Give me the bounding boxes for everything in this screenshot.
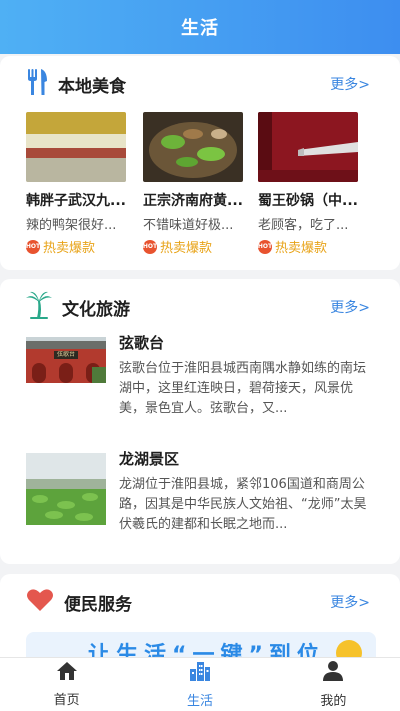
page-title: 生活 (181, 18, 219, 39)
tour-title: 弦歌台 (119, 334, 165, 352)
tab-mine[interactable]: 我的 (267, 658, 400, 711)
hot-badge-icon: HOT (143, 239, 157, 254)
services-more-link[interactable]: 更多> (330, 592, 370, 612)
tourism-card: 文化旅游 更多> 弦歌台 弦歌台 弦歌台位于淮阳县城西南隅水静如练的南坛湖中，这… (0, 279, 400, 564)
palm-tree-icon (26, 291, 52, 323)
tour-item[interactable]: 弦歌台 弦歌台 弦歌台位于淮阳县城西南隅水静如练的南坛湖中，这里红连映日，碧荷接… (26, 334, 376, 416)
tab-home[interactable]: 首页 (0, 658, 133, 711)
city-icon (188, 660, 212, 686)
food-tag-label: 热卖爆款 (160, 241, 213, 256)
food-item[interactable]: 蜀王砂锅（中... 老顾客，吃了... HOT 热卖爆款 (258, 112, 374, 256)
heart-icon (26, 588, 54, 616)
local-food-header: 本地美食 更多> (0, 56, 400, 112)
tour-title: 龙湖景区 (119, 450, 180, 468)
food-image (143, 112, 243, 182)
tour-desc: 弦歌台位于淮阳县城西南隅水静如练的南坛湖中，这里红连映日，碧荷接天，风景优美，景… (119, 361, 367, 416)
food-image (26, 112, 126, 182)
tab-life[interactable]: 生活 (133, 658, 266, 711)
local-food-card: 本地美食 更多> 韩胖子武汉九... 辣的鸭架很好... HOT 热卖爆款 正宗… (0, 56, 400, 270)
food-desc: 不错味道好极... (143, 218, 234, 233)
tour-image-sign: 弦歌台 (56, 351, 75, 358)
services-header: 便民服务 更多> (0, 574, 400, 630)
food-tag: HOT 热卖爆款 (258, 237, 374, 256)
food-name: 蜀王砂锅（中... (258, 193, 358, 209)
food-tag-label: 热卖爆款 (43, 241, 96, 256)
food-tag-label: 热卖爆款 (275, 241, 328, 256)
bottom-tab-bar: 首页 生活 我的 (0, 657, 400, 711)
food-desc: 老顾客，吃了... (258, 218, 349, 233)
hot-badge-icon: HOT (258, 239, 272, 254)
local-food-title: 本地美食 (58, 76, 126, 97)
fork-knife-icon (26, 68, 48, 100)
user-icon (322, 660, 344, 686)
tour-image (26, 453, 106, 525)
tourism-title: 文化旅游 (62, 299, 130, 320)
food-name: 正宗济南府黄... (143, 193, 243, 209)
food-list: 韩胖子武汉九... 辣的鸭架很好... HOT 热卖爆款 正宗济南府黄... 不… (0, 112, 400, 262)
food-item[interactable]: 正宗济南府黄... 不错味道好极... HOT 热卖爆款 (143, 112, 259, 256)
food-tag: HOT 热卖爆款 (143, 237, 259, 256)
food-image (258, 112, 358, 182)
tourism-header: 文化旅游 更多> (0, 279, 400, 335)
food-desc: 辣的鸭架很好... (26, 218, 117, 233)
food-item[interactable]: 韩胖子武汉九... 辣的鸭架很好... HOT 热卖爆款 (26, 112, 142, 256)
home-icon (56, 661, 78, 685)
tab-life-label: 生活 (186, 694, 213, 709)
food-tag: HOT 热卖爆款 (26, 237, 142, 256)
tab-mine-label: 我的 (320, 694, 347, 709)
app-header: 生活 (0, 0, 400, 54)
food-name: 韩胖子武汉九... (26, 193, 126, 209)
services-title: 便民服务 (64, 594, 132, 615)
tour-item[interactable]: 龙湖景区 龙湖位于淮阳县城，紧邻106国道和商周公路，因其是中华民族人文始祖、“… (26, 450, 376, 532)
tourism-more-link[interactable]: 更多> (330, 297, 370, 317)
local-food-more-link[interactable]: 更多> (330, 74, 370, 94)
tour-image: 弦歌台 (26, 337, 106, 383)
hot-badge-icon: HOT (26, 239, 40, 254)
tour-desc: 龙湖位于淮阳县城，紧邻106国道和商周公路，因其是中华民族人文始祖、“龙师”太昊… (119, 477, 367, 532)
tab-home-label: 首页 (53, 693, 80, 708)
